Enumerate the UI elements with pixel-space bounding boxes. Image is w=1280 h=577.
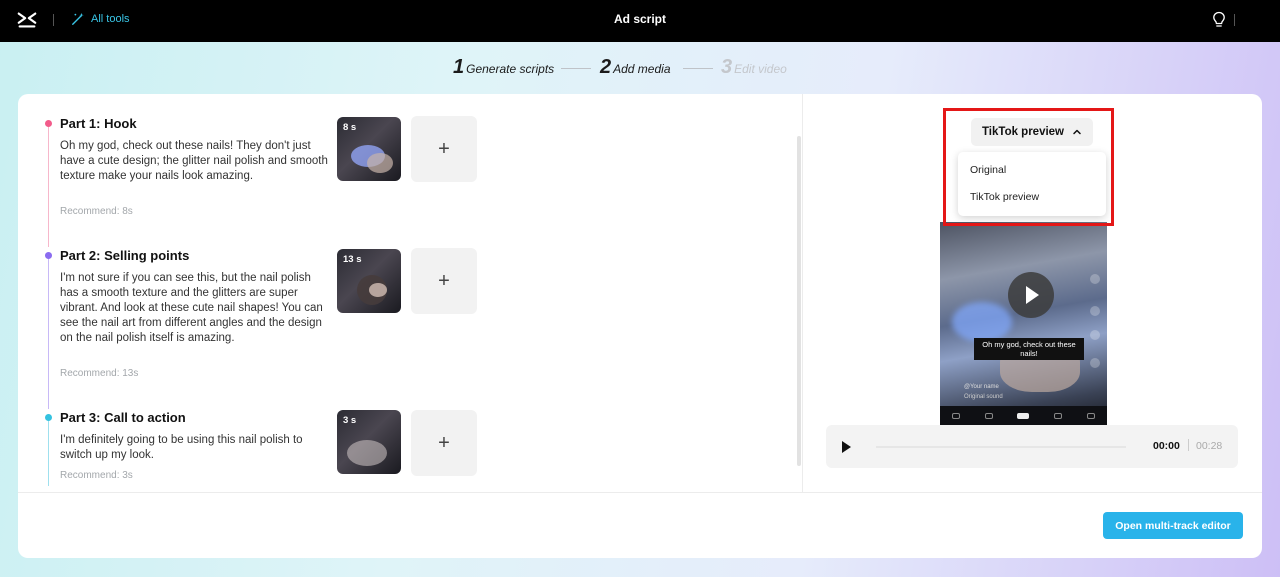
media-thumbnail[interactable]: 3 s bbox=[337, 410, 401, 474]
timeline-dot bbox=[45, 414, 52, 421]
timeline-dot bbox=[45, 120, 52, 127]
part-title: Part 1: Hook bbox=[60, 116, 137, 131]
step-generate-scripts[interactable]: 1 Generate scripts bbox=[453, 56, 554, 79]
timeline-line bbox=[48, 421, 49, 486]
total-time: 00:28 bbox=[1196, 440, 1223, 452]
recommend-duration: Recommend: 13s bbox=[60, 368, 139, 379]
timeline-line bbox=[48, 259, 49, 409]
media-duration: 8 s bbox=[343, 122, 357, 133]
video-caption: Oh my god, check out these nails! bbox=[974, 338, 1084, 360]
page-title: Ad script bbox=[613, 12, 666, 26]
thumbnail-image bbox=[367, 153, 393, 173]
add-media-button[interactable]: + bbox=[411, 410, 477, 476]
divider bbox=[1234, 14, 1235, 26]
top-bar: All tools Ad script bbox=[0, 0, 1280, 42]
current-time: 00:00 bbox=[1153, 440, 1180, 452]
profile-icon bbox=[1086, 413, 1095, 419]
tiktok-comment-icon bbox=[1090, 330, 1100, 340]
part-title: Part 3: Call to action bbox=[60, 410, 186, 425]
script-part-hook: Part 1: Hook Oh my god, check out these … bbox=[45, 116, 498, 247]
step-connector bbox=[683, 68, 713, 69]
part-title: Part 2: Selling points bbox=[60, 248, 190, 263]
create-icon bbox=[1017, 413, 1030, 419]
highlight-box bbox=[943, 108, 1114, 226]
part-text[interactable]: I'm definitely going to be using this na… bbox=[60, 433, 330, 463]
media-duration: 13 s bbox=[343, 254, 362, 265]
part-text[interactable]: I'm not sure if you can see this, but th… bbox=[60, 271, 330, 346]
step-number: 2 bbox=[600, 56, 612, 78]
lightbulb-icon[interactable] bbox=[1211, 11, 1227, 29]
part-text[interactable]: Oh my god, check out these nails! They d… bbox=[60, 139, 330, 184]
scrollbar[interactable] bbox=[797, 136, 801, 466]
player-controls: 00:00 00:28 bbox=[826, 425, 1238, 468]
recommend-duration: Recommend: 3s bbox=[60, 470, 133, 481]
add-media-button[interactable]: + bbox=[411, 116, 477, 182]
tiktok-avatar-icon bbox=[1090, 274, 1100, 284]
step-indicator: 1 Generate scripts 2 Add media 3 Edit vi… bbox=[0, 56, 1280, 80]
step-edit-video: 3 Edit video bbox=[721, 56, 787, 79]
tiktok-nav-bar bbox=[940, 406, 1107, 426]
timeline-line bbox=[48, 127, 49, 247]
progress-track[interactable] bbox=[876, 446, 1126, 448]
recommend-duration: Recommend: 8s bbox=[60, 206, 133, 217]
play-button[interactable] bbox=[842, 441, 851, 453]
add-media-button[interactable]: + bbox=[411, 248, 477, 314]
thumbnail-image bbox=[369, 283, 387, 297]
play-icon[interactable] bbox=[1008, 272, 1054, 318]
panel-divider bbox=[802, 94, 803, 492]
open-multi-track-editor-button[interactable]: Open multi-track editor bbox=[1103, 512, 1243, 539]
time-divider bbox=[1188, 439, 1189, 451]
tiktok-share-icon bbox=[1090, 358, 1100, 368]
script-part-selling-points: Part 2: Selling points I'm not sure if y… bbox=[45, 248, 498, 409]
thumbnail-image bbox=[347, 440, 387, 466]
home-icon bbox=[952, 413, 961, 419]
video-preview[interactable]: Oh my god, check out these nails! @Your … bbox=[940, 222, 1107, 426]
step-label: Generate scripts bbox=[466, 62, 555, 76]
step-add-media[interactable]: 2 Add media bbox=[600, 56, 671, 79]
timeline-dot bbox=[45, 252, 52, 259]
media-thumbnail[interactable]: 8 s bbox=[337, 117, 401, 181]
tiktok-like-icon bbox=[1090, 306, 1100, 316]
step-number: 3 bbox=[721, 56, 733, 78]
step-label: Edit video bbox=[734, 62, 787, 76]
discover-icon bbox=[984, 413, 993, 419]
tiktok-username: @Your name bbox=[964, 384, 999, 390]
step-label: Add media bbox=[613, 62, 671, 76]
media-duration: 3 s bbox=[343, 415, 357, 426]
inbox-icon bbox=[1054, 413, 1063, 419]
step-number: 1 bbox=[453, 56, 465, 78]
step-connector bbox=[561, 68, 591, 69]
media-thumbnail[interactable]: 13 s bbox=[337, 249, 401, 313]
script-part-call-to-action: Part 3: Call to action I'm definitely go… bbox=[45, 410, 498, 488]
footer-divider bbox=[18, 492, 1262, 493]
tiktok-sound: Original sound bbox=[964, 394, 1003, 400]
video-frame-light bbox=[952, 302, 1012, 342]
